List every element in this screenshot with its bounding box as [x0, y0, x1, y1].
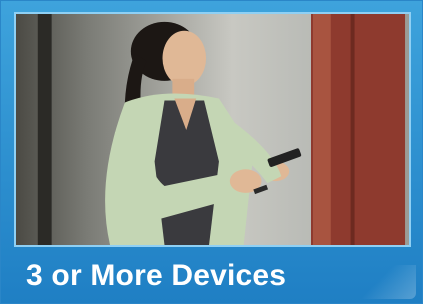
frame-glare: [356, 265, 416, 299]
woman-using-phone-photo: [14, 12, 411, 247]
tile-caption: 3 or More Devices: [26, 259, 287, 292]
device-tile[interactable]: 3 or More Devices: [0, 0, 423, 304]
